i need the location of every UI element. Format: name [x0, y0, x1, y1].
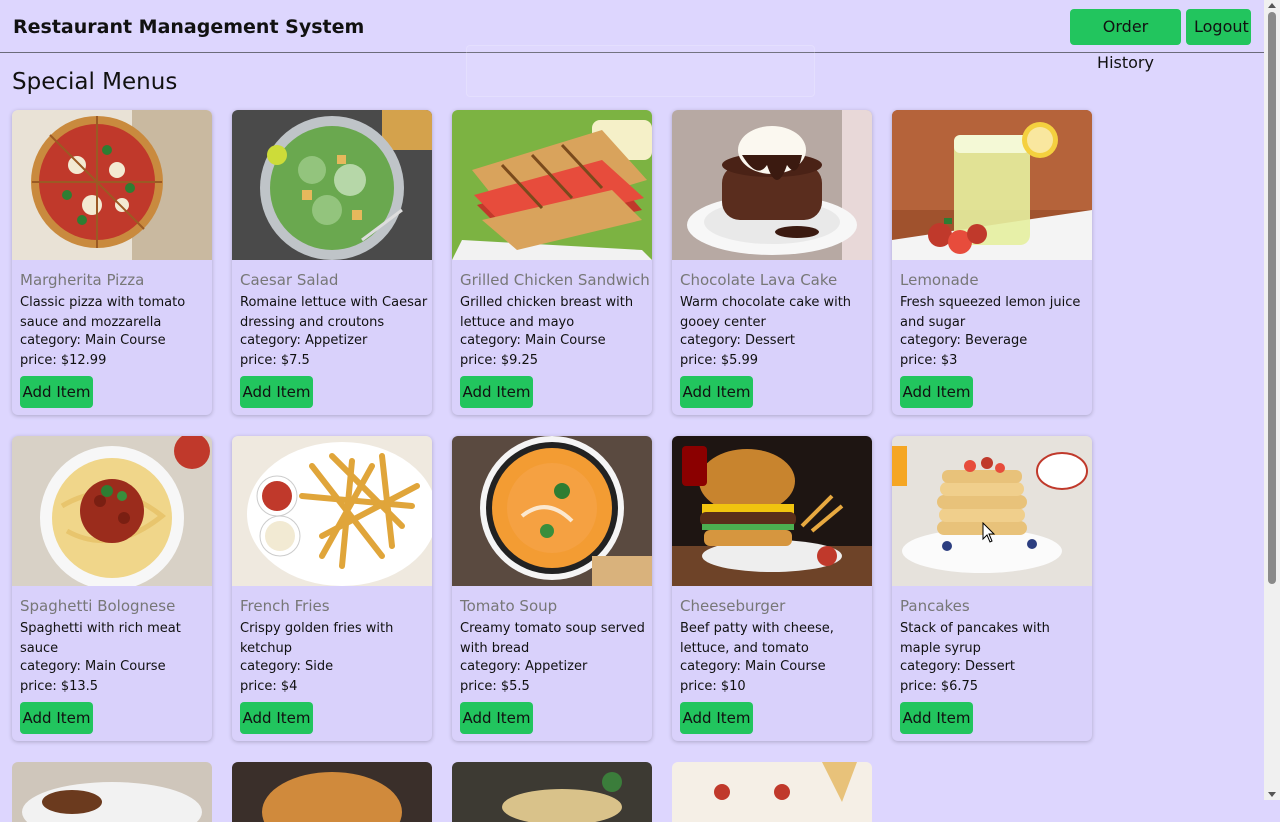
item-description: Crispy golden fries with ketchup: [240, 621, 394, 656]
menu-card: Cheeseburger Beef patty with cheese, let…: [672, 436, 872, 741]
spaghetti-image-icon: [12, 436, 212, 586]
item-name: Caesar Salad: [240, 271, 339, 289]
item-description: Grilled chicken breast with lettuce and …: [460, 295, 634, 330]
item-name: Spaghetti Bolognese: [20, 597, 176, 615]
item-category: category: Beverage: [900, 333, 1028, 348]
item-name: Lemonade: [900, 271, 979, 289]
faded-notification: [466, 45, 815, 97]
menu-card: Grilled Chicken Sandwich Grilled chicken…: [452, 110, 652, 415]
item-category: category: Dessert: [680, 333, 796, 348]
item-category: category: Appetizer: [460, 659, 588, 674]
menu-card: French Fries Crispy golden fries with ke…: [232, 436, 432, 741]
item-name: Cheeseburger: [680, 597, 786, 615]
item-price: price: $6.75: [900, 679, 979, 694]
item-description: Stack of pancakes with maple syrup: [900, 621, 1050, 656]
menu-card: Tomato Soup Creamy tomato soup served wi…: [452, 436, 652, 741]
item-description: Beef patty with cheese, lettuce, and tom…: [680, 621, 834, 656]
menu-card: Lemonade Fresh squeezed lemon juice and …: [892, 110, 1092, 415]
menu-card: Margherita Pizza Classic pizza with toma…: [12, 110, 212, 415]
menu-card: Spaghetti Bolognese Spaghetti with rich …: [12, 436, 212, 741]
item-price: price: $5.5: [460, 679, 530, 694]
item-price: price: $3: [900, 353, 958, 368]
item-category: category: Main Course: [20, 659, 166, 674]
burger-image-icon: [672, 436, 872, 586]
add-item-button[interactable]: Add Item: [680, 702, 753, 734]
fries-image-icon: [232, 436, 432, 586]
pancakes-image-icon: [892, 436, 1092, 586]
item-price: price: $7.5: [240, 353, 310, 368]
item-price: price: $4: [240, 679, 298, 694]
vertical-scrollbar[interactable]: [1264, 0, 1280, 800]
add-item-button[interactable]: Add Item: [900, 376, 973, 408]
item-description: Fresh squeezed lemon juice and sugar: [900, 295, 1081, 330]
item-category: category: Side: [240, 659, 334, 674]
item-name: Tomato Soup: [460, 597, 558, 615]
salad-image-icon: [232, 110, 432, 260]
item-category: category: Main Course: [20, 333, 166, 348]
item-description: Spaghetti with rich meat sauce: [20, 621, 181, 656]
scroll-thumb[interactable]: [1268, 12, 1276, 584]
item-name: Chocolate Lava Cake: [680, 271, 838, 289]
item-name: French Fries: [240, 597, 330, 615]
lemonade-image-icon: [892, 110, 1092, 260]
bun-image-icon: [232, 762, 432, 822]
mouse-cursor-icon: [982, 522, 996, 543]
item-name: Pancakes: [900, 597, 970, 615]
add-item-button[interactable]: Add Item: [680, 376, 753, 408]
item-category: category: Main Course: [460, 333, 606, 348]
order-history-button[interactable]: Order History: [1070, 9, 1181, 72]
item-description: Warm chocolate cake with gooey center: [680, 295, 852, 330]
item-name: Margherita Pizza: [20, 271, 145, 289]
add-item-button[interactable]: Add Item: [20, 376, 93, 408]
steak-image-icon: [12, 762, 212, 822]
sandwich-image-icon: [452, 110, 652, 260]
menu-card: Pancakes Stack of pancakes with maple sy…: [892, 436, 1092, 741]
item-category: category: Appetizer: [240, 333, 368, 348]
pizza-image-icon: [12, 110, 212, 260]
section-title: Special Menus: [12, 69, 178, 95]
cake-image-icon: [672, 110, 872, 260]
add-item-button[interactable]: Add Item: [900, 702, 973, 734]
item-price: price: $10: [680, 679, 746, 694]
scroll-up-arrow-icon[interactable]: [1268, 3, 1276, 8]
item-description: Romaine lettuce with Caesar dressing and…: [240, 295, 428, 330]
add-item-button[interactable]: Add Item: [20, 702, 93, 734]
item-price: price: $12.99: [20, 353, 107, 368]
sundae-image-icon: [672, 762, 872, 822]
add-item-button[interactable]: Add Item: [240, 376, 313, 408]
app-title: Restaurant Management System: [13, 16, 365, 38]
item-category: category: Dessert: [900, 659, 1016, 674]
item-category: category: Main Course: [680, 659, 826, 674]
add-item-button[interactable]: Add Item: [240, 702, 313, 734]
item-price: price: $13.5: [20, 679, 99, 694]
item-price: price: $9.25: [460, 353, 539, 368]
logout-button[interactable]: Logout: [1186, 9, 1251, 45]
add-item-button[interactable]: Add Item: [460, 376, 533, 408]
item-name: Grilled Chicken Sandwich: [460, 271, 650, 289]
item-description: Classic pizza with tomato sauce and mozz…: [20, 295, 186, 330]
item-price: price: $5.99: [680, 353, 759, 368]
soup-image-icon: [452, 436, 652, 586]
scroll-down-arrow-icon[interactable]: [1268, 792, 1276, 797]
dish-image-icon: [452, 762, 652, 822]
menu-card: Chocolate Lava Cake Warm chocolate cake …: [672, 110, 872, 415]
item-description: Creamy tomato soup served with bread: [460, 621, 645, 656]
menu-card: Caesar Salad Romaine lettuce with Caesar…: [232, 110, 432, 415]
add-item-button[interactable]: Add Item: [460, 702, 533, 734]
